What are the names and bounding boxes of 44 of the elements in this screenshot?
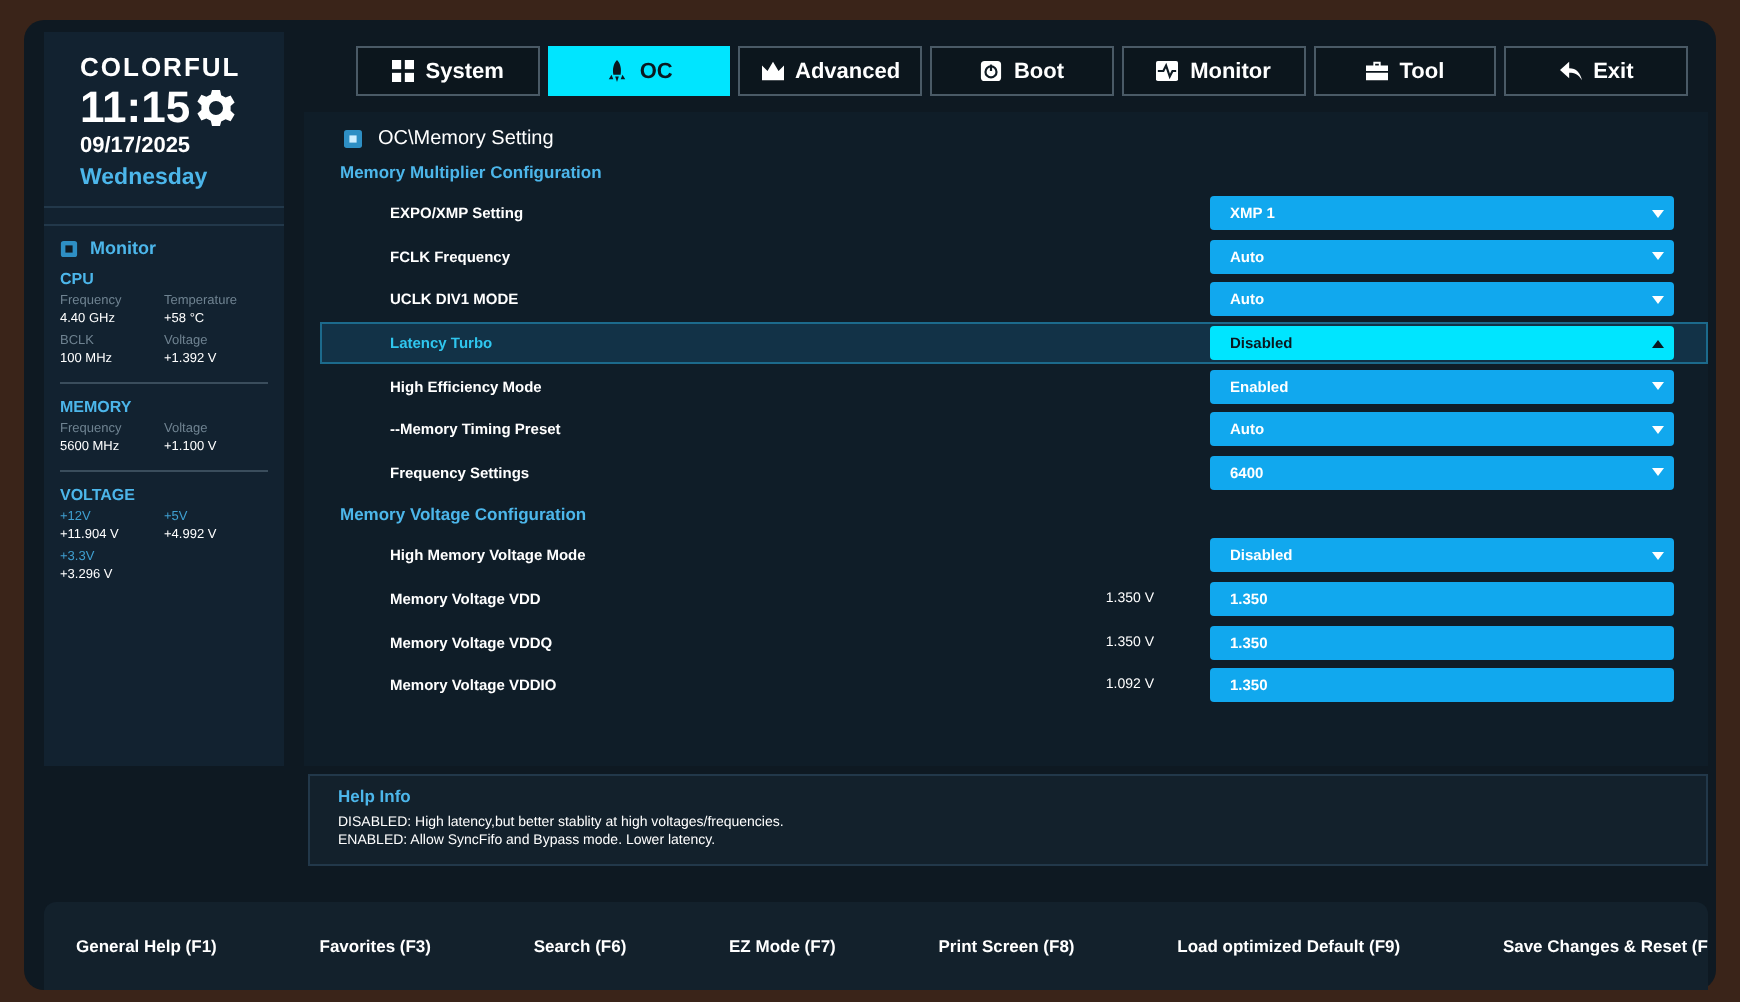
menu-tab[interactable]: Monitor (1121, 46, 1306, 96)
rocket-icon (605, 60, 628, 82)
clock-time: 11:15 (80, 82, 191, 134)
group-title: MEMORY (60, 398, 134, 416)
hotkey-button[interactable]: Search (F6) (533, 936, 627, 957)
grid-icon (391, 60, 414, 82)
group-title: VOLTAGE (60, 486, 137, 504)
menu-tab[interactable]: Boot (930, 46, 1114, 96)
hotkey-button[interactable]: Save Changes & Reset (F (1502, 936, 1708, 957)
settings-icon[interactable] (196, 88, 237, 128)
weekday-text: Wednesday (80, 166, 210, 190)
hotkey-button[interactable]: EZ Mode (F7) (729, 936, 836, 957)
hotkey-button[interactable]: Print Screen (F8) (938, 936, 1075, 957)
help-title: Help Info (338, 786, 413, 807)
monitor-icon (60, 239, 78, 257)
back-arrow-icon (1559, 60, 1582, 82)
menu-tab[interactable]: Advanced (738, 46, 923, 96)
pulse-icon (1156, 60, 1179, 82)
caret-down-icon (1652, 382, 1664, 391)
menu-tab[interactable]: System (356, 46, 540, 96)
group-title: CPU (60, 270, 96, 288)
crown-icon (761, 60, 783, 82)
caret-up-icon (1652, 339, 1664, 348)
caret-down-icon (1652, 425, 1664, 434)
section-title: Memory Multiplier Configuration (338, 162, 604, 182)
menu-tab[interactable]: Exit (1504, 46, 1689, 96)
hotkey-button[interactable]: Load optimized Default (F9) (1177, 936, 1401, 957)
menu-tab[interactable]: OC (547, 46, 731, 96)
toolbox-icon (1365, 60, 1388, 82)
monitor-title: Monitor (90, 238, 156, 258)
caret-down-icon (1652, 551, 1664, 560)
menu-tab[interactable]: Tool (1313, 46, 1497, 96)
caret-down-icon (1652, 468, 1664, 477)
caret-down-icon (1652, 209, 1664, 218)
power-icon (979, 60, 1002, 82)
hotkey-button[interactable]: Favorites (F3) (319, 936, 431, 957)
brand-logo: COLORFUL (80, 52, 243, 82)
caret-down-icon (1652, 295, 1664, 304)
hotkey-button[interactable]: General Help (F1) (76, 936, 217, 957)
section-title: Memory Voltage Configuration (338, 504, 589, 525)
breadcrumb: OC\Memory Setting (378, 127, 554, 149)
date-text: 09/17/2025 (80, 134, 193, 158)
caret-down-icon (1652, 252, 1664, 261)
page-icon (344, 129, 362, 147)
